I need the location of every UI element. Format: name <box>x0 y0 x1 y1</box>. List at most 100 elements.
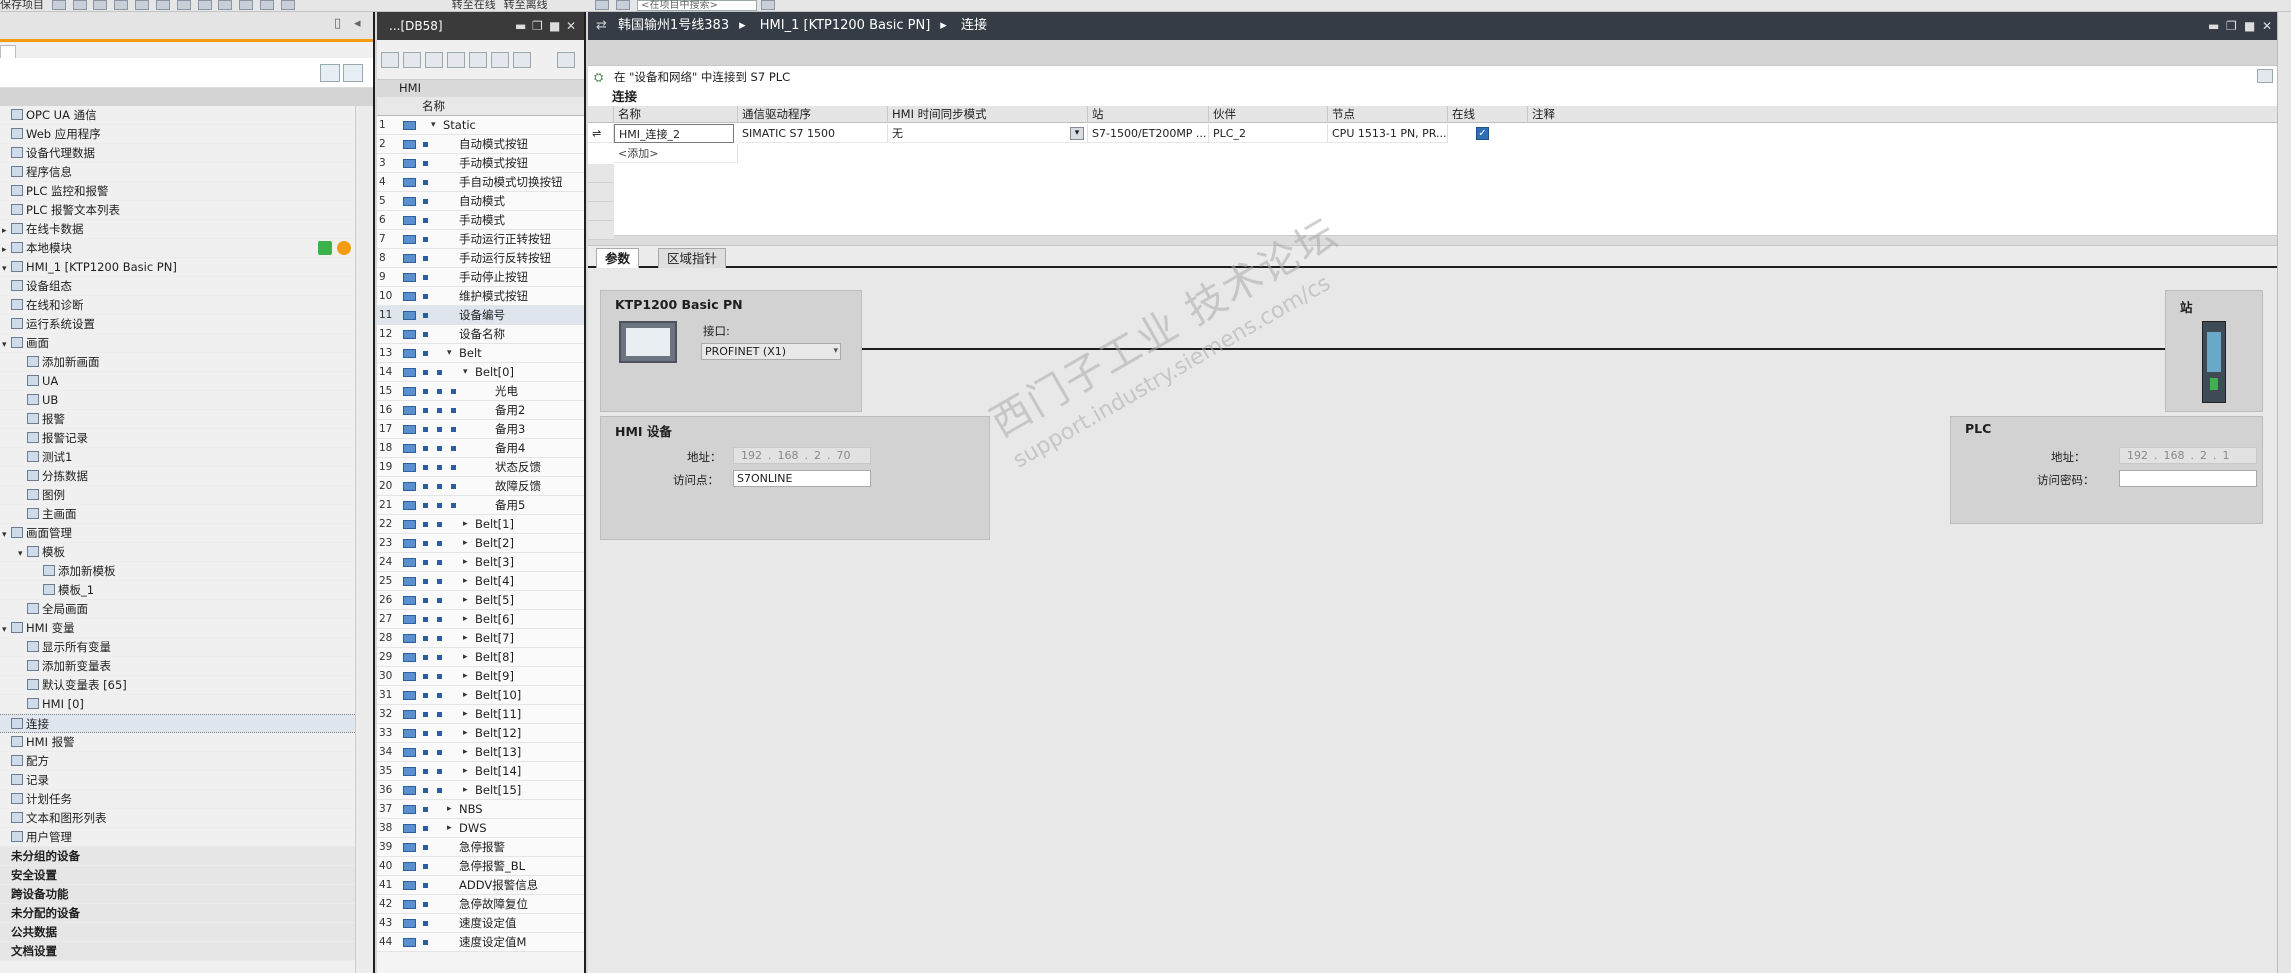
expand-toggle-icon[interactable]: ▸ <box>463 762 468 781</box>
tab-area-pointer[interactable]: 区域指针 <box>658 248 727 268</box>
db-row[interactable]: 44 速度设定值M <box>377 933 584 952</box>
tree-options-icon[interactable] <box>343 64 363 82</box>
tree-item[interactable]: 添加新画面 <box>0 353 373 372</box>
undo-icon[interactable] <box>155 0 170 10</box>
db-row[interactable]: 39 急停报警 <box>377 838 584 857</box>
cut-icon[interactable] <box>72 0 87 10</box>
tree-item[interactable]: ▾ HMI 变量 <box>0 619 373 638</box>
plc-address-field[interactable]: 192. 168. 2. 1 <box>2119 447 2257 464</box>
db-row[interactable]: 17 备用3 <box>377 420 584 439</box>
db-row[interactable]: 40 急停报警_BL <box>377 857 584 876</box>
db-row[interactable]: 30 ▸ Belt[9] <box>377 667 584 686</box>
insert-row-icon[interactable] <box>381 52 399 68</box>
db-row[interactable]: 13 ▾ Belt <box>377 344 584 363</box>
tree-item[interactable]: 主画面 <box>0 505 373 524</box>
go-offline-button[interactable]: 转至离线 <box>504 0 548 11</box>
breadcrumb-connections[interactable]: 连接 <box>961 18 987 33</box>
hmi-address-field[interactable]: 192. 168. 2. 70 <box>733 447 871 464</box>
view-toggle-icon[interactable] <box>320 64 340 82</box>
tab-parameters[interactable]: 参数 <box>596 248 640 268</box>
expand-toggle-icon[interactable]: ▾ <box>431 116 436 135</box>
tree-item[interactable]: 在线和诊断 <box>0 296 373 315</box>
expand-toggle-icon[interactable]: ▾ <box>463 363 468 382</box>
pin-icon[interactable]: ▯ <box>334 16 341 31</box>
db-row[interactable]: 14 ▾ Belt[0] <box>377 363 584 382</box>
db-row[interactable]: 11 设备编号 <box>377 306 584 325</box>
tree-item[interactable]: 模板_1 <box>0 581 373 600</box>
tree-item[interactable]: ▾ 模板 <box>0 543 373 562</box>
tree-item[interactable]: ▸ 在线卡数据 <box>0 220 373 239</box>
db-row[interactable]: 37 ▸ NBS <box>377 800 584 819</box>
tree-item[interactable]: Web 应用程序 <box>0 125 373 144</box>
expand-toggle-icon[interactable]: ▸ <box>463 610 468 629</box>
db-row[interactable]: 15 光电 <box>377 382 584 401</box>
expand-toggle-icon[interactable]: ▸ <box>463 572 468 591</box>
db-row[interactable]: 27 ▸ Belt[6] <box>377 610 584 629</box>
db-row[interactable]: 6 手动模式 <box>377 211 584 230</box>
tree-item[interactable]: UB <box>0 391 373 410</box>
copy-icon[interactable] <box>93 0 108 10</box>
db-row[interactable]: 41 ADDV报警信息 <box>377 876 584 895</box>
db-row[interactable]: 34 ▸ Belt[13] <box>377 743 584 762</box>
tree-item[interactable]: 记录 <box>0 771 373 790</box>
tree-item[interactable]: PLC 监控和报警 <box>0 182 373 201</box>
tree-item[interactable]: 连接 <box>0 714 373 733</box>
info-options-icon[interactable] <box>2257 69 2273 83</box>
info-text[interactable]: 在 "设备和网络" 中连接到 S7 PLC <box>614 70 790 84</box>
tree-item[interactable]: ▸ 本地模块 <box>0 239 373 258</box>
expand-toggle-icon[interactable]: ▸ <box>463 686 468 705</box>
add-connection-row[interactable]: <添加> <box>614 144 738 163</box>
tree-item[interactable]: 配方 <box>0 752 373 771</box>
db-row[interactable]: 18 备用4 <box>377 439 584 458</box>
db-row[interactable]: 9 手动停止按钮 <box>377 268 584 287</box>
editor-minimize-icon[interactable]: ▬ <box>2208 12 2219 40</box>
tree-item[interactable]: 测试1 <box>0 448 373 467</box>
expand-toggle-icon[interactable]: ▸ <box>447 800 452 819</box>
db-restore-icon[interactable]: ❐ <box>532 12 543 40</box>
station-box[interactable]: 站 <box>2165 290 2263 412</box>
tree-item[interactable]: 文档设置 <box>0 942 373 961</box>
db-row[interactable]: 31 ▸ Belt[10] <box>377 686 584 705</box>
go-online-button[interactable]: 转至在线 <box>452 0 496 11</box>
expand-toggle-icon[interactable]: ▸ <box>463 743 468 762</box>
tree-item[interactable]: 公共数据 <box>0 923 373 942</box>
db-row[interactable]: 2 自动模式按钮 <box>377 135 584 154</box>
breadcrumb-project[interactable]: 韩国输州1号线383 <box>618 18 729 33</box>
tree-item[interactable]: 分拣数据 <box>0 467 373 486</box>
tree-item[interactable]: 安全设置 <box>0 866 373 885</box>
db-row[interactable]: 36 ▸ Belt[15] <box>377 781 584 800</box>
db-row[interactable]: 12 设备名称 <box>377 325 584 344</box>
simulation-icon[interactable] <box>260 0 275 10</box>
db-row[interactable]: 33 ▸ Belt[12] <box>377 724 584 743</box>
partner-cell[interactable]: PLC_2 <box>1209 124 1328 143</box>
db-row[interactable]: 8 手动运行反转按钮 <box>377 249 584 268</box>
db-row[interactable]: 26 ▸ Belt[5] <box>377 591 584 610</box>
paste-icon[interactable] <box>114 0 129 10</box>
column-header[interactable]: 在线 <box>1448 106 1528 123</box>
plc-password-field[interactable] <box>2119 470 2257 487</box>
db-row[interactable]: 25 ▸ Belt[4] <box>377 572 584 591</box>
db-row[interactable]: 38 ▸ DWS <box>377 819 584 838</box>
db-row[interactable]: 35 ▸ Belt[14] <box>377 762 584 781</box>
tree-item[interactable]: ▾ 画面管理 <box>0 524 373 543</box>
expand-toggle-icon[interactable]: ▸ <box>463 591 468 610</box>
expand-toggle-icon[interactable]: ▸ <box>463 781 468 800</box>
db-row[interactable]: 1 ▾ Static <box>377 116 584 135</box>
db-row[interactable]: 22 ▸ Belt[1] <box>377 515 584 534</box>
tree-scrollbar[interactable] <box>355 106 373 973</box>
tree-item[interactable]: 未分配的设备 <box>0 904 373 923</box>
tree-item[interactable]: PLC 报警文本列表 <box>0 201 373 220</box>
db-row[interactable]: 23 ▸ Belt[2] <box>377 534 584 553</box>
expand-toggle-icon[interactable]: ▸ <box>463 553 468 572</box>
tree-item[interactable]: 跨设备功能 <box>0 885 373 904</box>
tree-item[interactable]: 图例 <box>0 486 373 505</box>
db-maximize-icon[interactable]: ■ <box>549 12 560 40</box>
delete-icon[interactable] <box>135 0 150 10</box>
tree-item[interactable]: 报警记录 <box>0 429 373 448</box>
expand-toggle-icon[interactable]: ▸ <box>463 648 468 667</box>
db-row[interactable]: 21 备用5 <box>377 496 584 515</box>
driver-cell[interactable]: SIMATIC S7 1500 <box>738 124 888 143</box>
expand-toggle-icon[interactable]: ▸ <box>463 534 468 553</box>
monitor-icon[interactable] <box>491 52 509 68</box>
tree-item[interactable]: HMI 报警 <box>0 733 373 752</box>
